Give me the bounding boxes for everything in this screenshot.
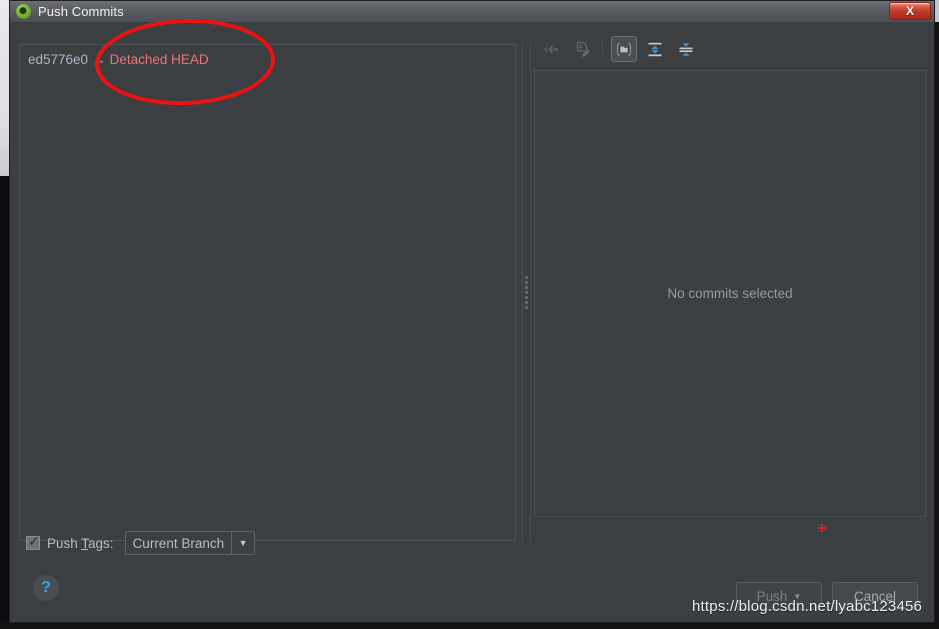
selected-commit-changes-area[interactable]: No commits selected: [534, 70, 926, 517]
chevron-down-icon: ▼: [231, 532, 254, 554]
help-button[interactable]: ?: [33, 575, 59, 601]
edit-source-icon[interactable]: [569, 36, 595, 62]
close-button[interactable]: X: [889, 2, 931, 20]
changes-toolbar: [532, 32, 699, 66]
expand-all-icon[interactable]: [642, 36, 668, 62]
dialog-body: ed5776e0 → Detached HEAD No commits sele…: [10, 22, 934, 622]
android-studio-icon: ●: [16, 4, 31, 19]
push-tags-label-post: ags:: [88, 535, 114, 551]
commit-hash: ed5776e0: [28, 52, 89, 67]
commit-target-branch: Detached HEAD: [109, 52, 209, 67]
push-button[interactable]: Push ▼: [736, 582, 822, 610]
push-tags-label-pre: Push: [47, 535, 82, 551]
push-tags-label: Push Tags:: [47, 536, 114, 551]
question-mark-icon: ?: [41, 579, 51, 596]
dialog-footer: ✓ Push Tags: Current Branch ▼ ? Push ▼ C…: [10, 518, 934, 622]
push-button-label: Push: [756, 588, 788, 604]
changes-panel: No commits selected: [532, 22, 926, 541]
group-by-directory-icon[interactable]: [611, 36, 637, 62]
cancel-button-label: Cancel: [853, 588, 897, 604]
push-tags-checkbox[interactable]: ✓: [26, 534, 40, 550]
close-icon: X: [905, 4, 914, 18]
desktop-bottom-strip: [0, 622, 939, 629]
cancel-button[interactable]: Cancel: [832, 582, 918, 610]
commits-list-panel[interactable]: ed5776e0 → Detached HEAD: [19, 44, 516, 541]
desktop-left-dark-strip: [0, 176, 9, 629]
checkmark-icon: ✓: [28, 534, 40, 550]
dialog-title: Push Commits: [38, 4, 124, 19]
dialog-titlebar[interactable]: ● Push Commits X: [10, 1, 934, 22]
caret-down-icon: ▼: [793, 591, 802, 601]
commit-arrow-icon: →: [92, 52, 106, 67]
toolbar-separator: [602, 40, 604, 58]
panel-splitter[interactable]: [521, 44, 532, 541]
tags-scope-value: Current Branch: [132, 535, 225, 551]
tags-scope-dropdown[interactable]: Current Branch ▼: [124, 531, 256, 555]
collapse-all-icon[interactable]: [673, 36, 699, 62]
push-tags-row: ✓ Push Tags: Current Branch ▼: [26, 531, 256, 555]
commit-row[interactable]: ed5776e0 → Detached HEAD: [20, 45, 515, 67]
splitter-grip-icon: [525, 276, 528, 309]
screen: ● Push Commits X ed5776e0 → Detached HEA…: [0, 0, 939, 629]
desktop-left-strip: [0, 0, 9, 176]
show-diff-previous-revision-icon[interactable]: [538, 36, 564, 62]
push-commits-dialog: ● Push Commits X ed5776e0 → Detached HEA…: [9, 0, 935, 623]
empty-state-message: No commits selected: [667, 286, 793, 301]
action-buttons: Push ▼ Cancel: [736, 582, 918, 610]
